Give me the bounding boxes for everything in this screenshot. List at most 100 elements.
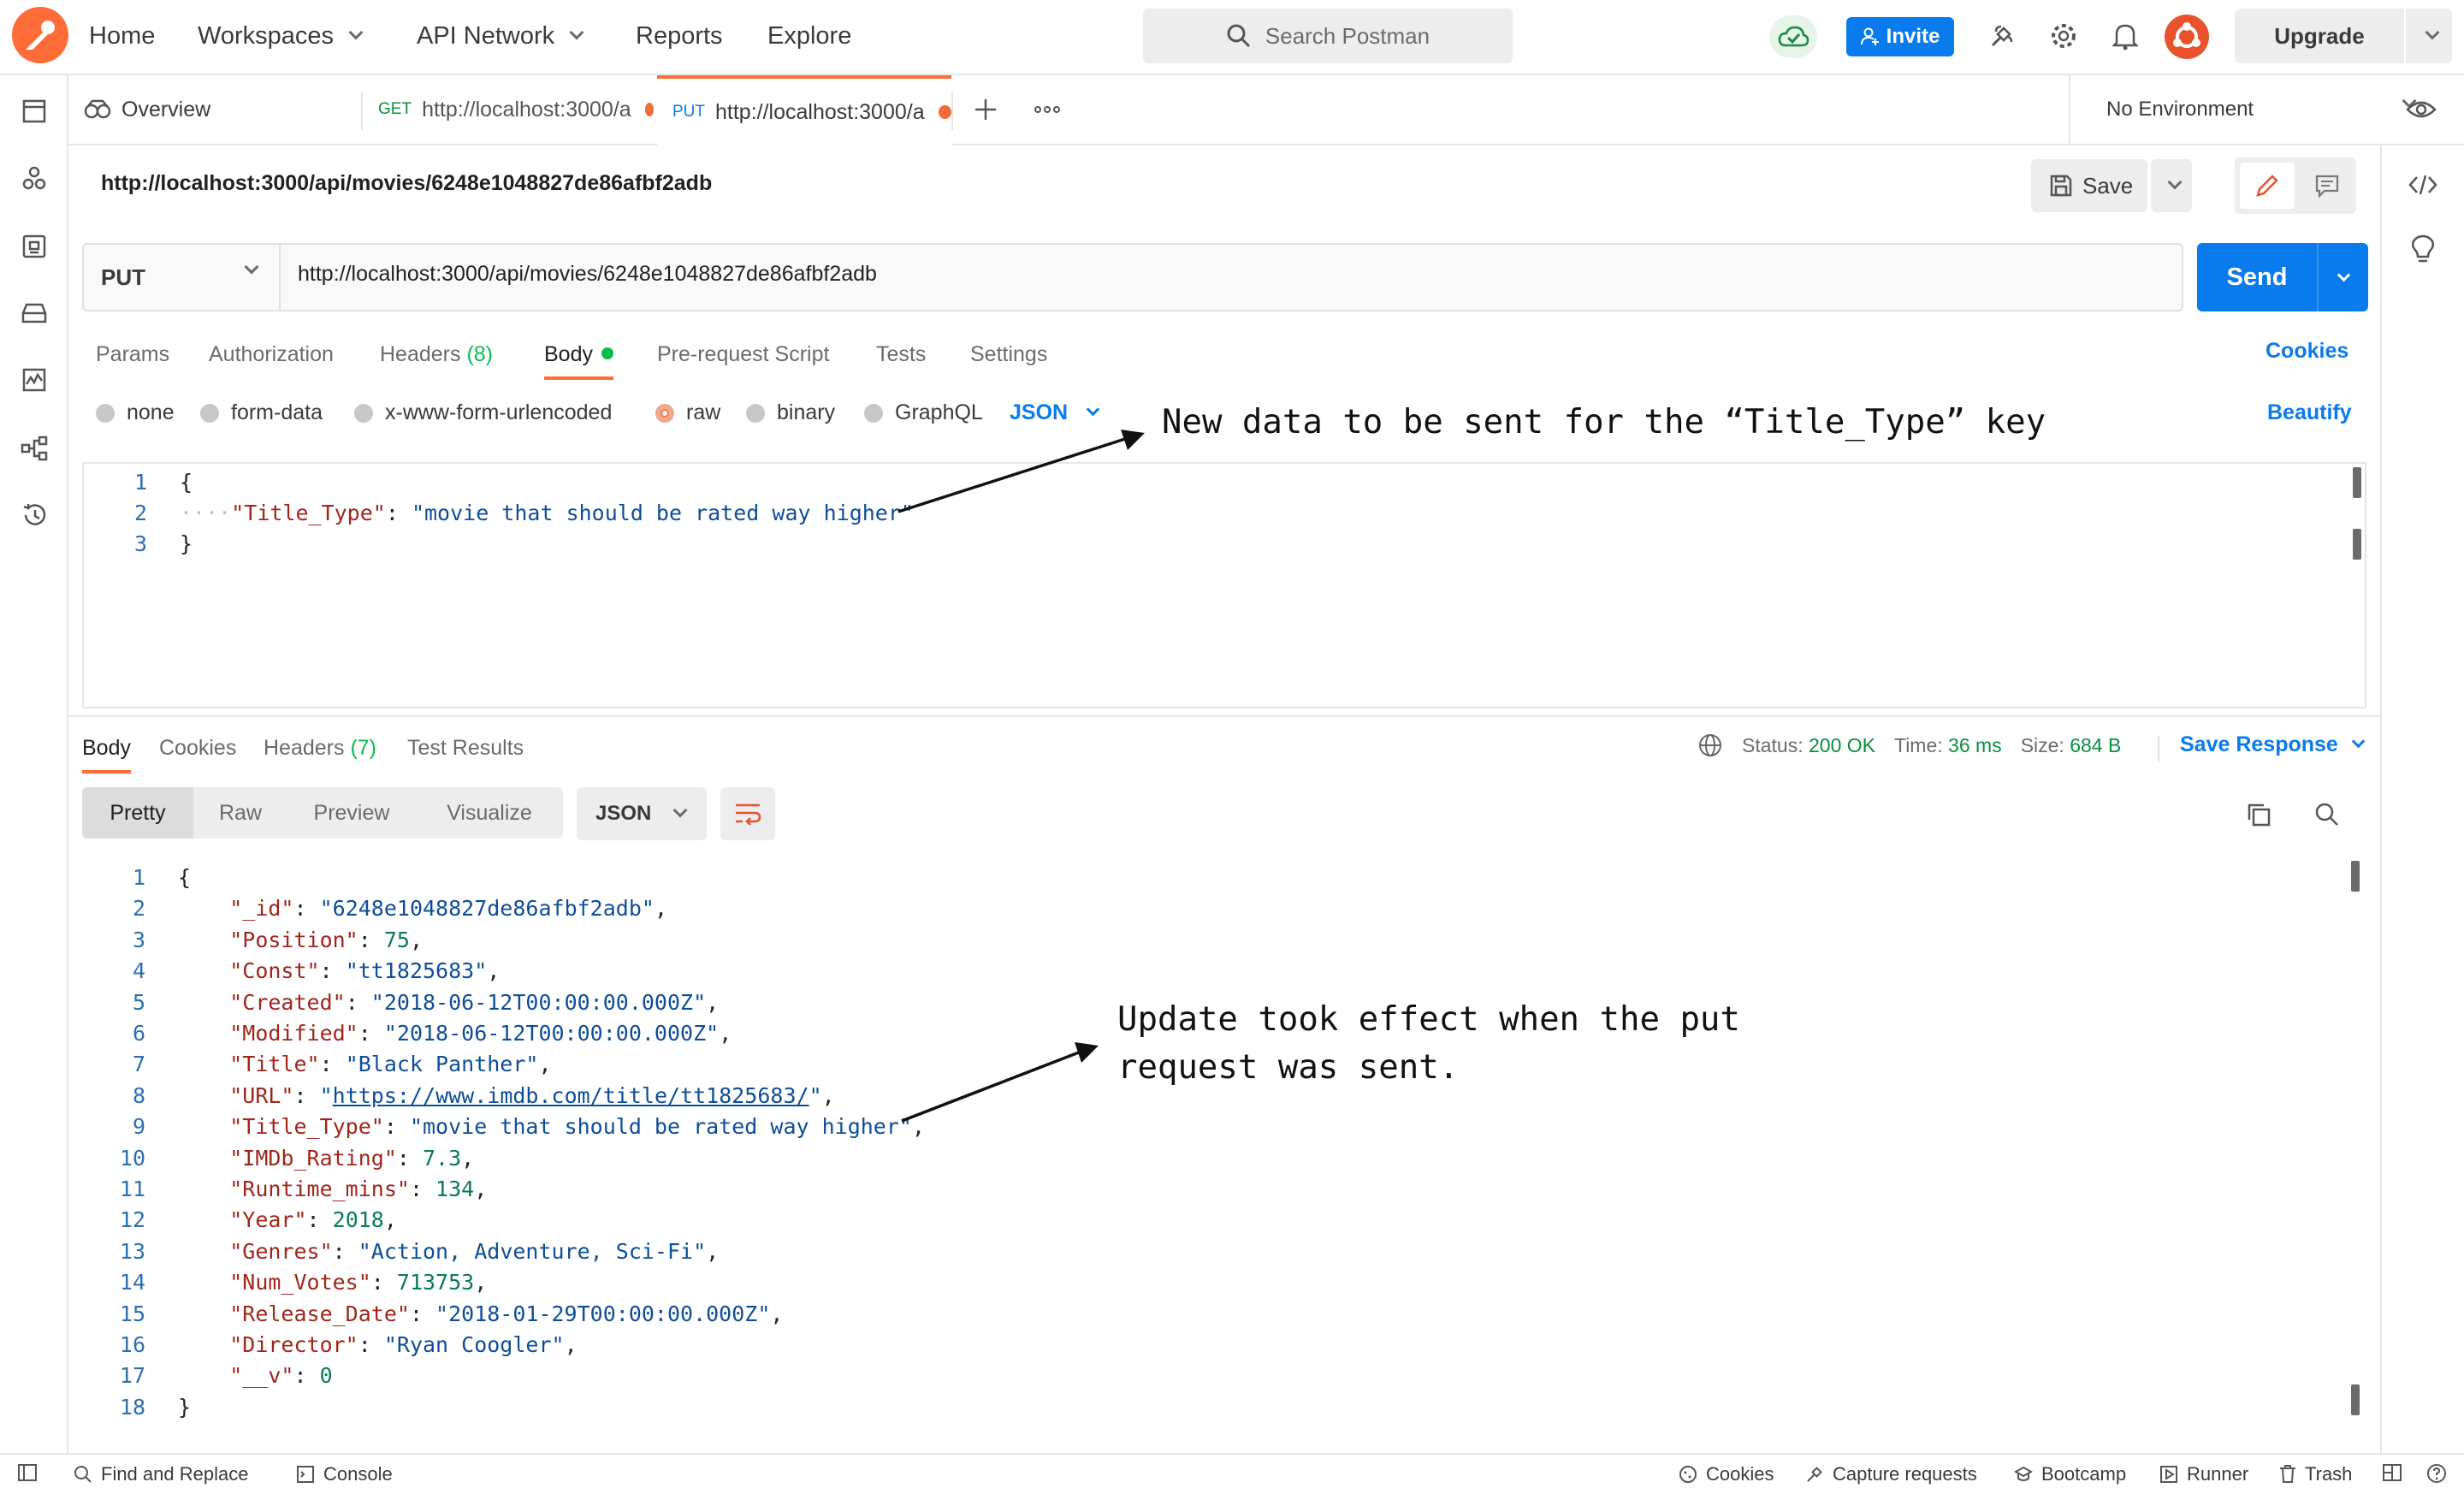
apis-icon[interactable] (17, 161, 51, 195)
search-icon[interactable] (2308, 796, 2346, 833)
scrollbar-thumb[interactable] (2353, 467, 2361, 498)
view-pretty[interactable]: Pretty (82, 787, 193, 839)
response-divider[interactable] (68, 715, 2380, 717)
tab-get-request[interactable]: GET http://localhost:3000/a (363, 75, 654, 144)
more-options-icon[interactable] (1028, 91, 1066, 128)
tab-params[interactable]: Params (96, 339, 169, 370)
nav-home[interactable]: Home (89, 19, 155, 53)
json-key: "Const" (229, 958, 320, 984)
send-dropdown[interactable] (2319, 268, 2368, 282)
time-value[interactable]: 36 ms (1948, 734, 2002, 756)
code-text: "Director": "Ryan Coogler", (229, 1332, 578, 1357)
save-response-button[interactable]: Save Response (2180, 732, 2366, 757)
toggle-sidebar-icon[interactable] (17, 1463, 38, 1482)
save-button[interactable]: Save (2031, 159, 2147, 212)
tab-settings[interactable]: Settings (970, 339, 1047, 370)
view-preview[interactable]: Preview (287, 787, 416, 839)
radio-binary[interactable]: binary (746, 400, 835, 425)
response-tab-cookies[interactable]: Cookies (159, 732, 236, 763)
request-body-editor[interactable]: 1 { 2 ····"Title_Type": "movie that should… (82, 462, 2366, 708)
tab-tests[interactable]: Tests (876, 339, 926, 370)
radio-none[interactable]: none (96, 400, 175, 425)
find-replace-button[interactable]: Find and Replace (74, 1463, 248, 1485)
line-number: 17 (119, 1363, 145, 1389)
url-input[interactable]: http://localhost:3000/api/movies/6248e10… (298, 262, 877, 287)
scrollbar-thumb[interactable] (2353, 529, 2361, 560)
tab-headers[interactable]: Headers (8) (380, 339, 493, 370)
tab-body[interactable]: Body (544, 339, 613, 380)
globe-icon[interactable] (1697, 732, 1723, 758)
tab-authorization[interactable]: Authorization (209, 339, 334, 370)
view-raw[interactable]: Raw (193, 787, 287, 839)
bootcamp-button[interactable]: Bootcamp (2014, 1463, 2126, 1485)
copy-icon[interactable] (2240, 796, 2277, 833)
nav-reports[interactable]: Reports (636, 19, 723, 53)
add-tab-icon[interactable] (967, 91, 1004, 128)
nav-explore[interactable]: Explore (767, 19, 851, 53)
radio-form-data[interactable]: form-data (200, 400, 323, 425)
json-link[interactable]: https://www.imdb.com/title/tt1825683/ (333, 1083, 809, 1108)
eye-icon[interactable] (2402, 91, 2440, 128)
comma: , (409, 927, 424, 952)
cookies-link[interactable]: Cookies (2266, 339, 2348, 364)
response-tab-test-results[interactable]: Test Results (407, 732, 524, 763)
tab-put-request[interactable]: PUT http://localhost:3000/a (657, 75, 951, 145)
scrollbar-thumb[interactable] (2351, 1384, 2360, 1415)
environments-icon[interactable] (17, 229, 51, 264)
radio-urlencoded[interactable]: x-www-form-urlencoded (354, 400, 612, 425)
environment-selector[interactable]: No Environment (2069, 75, 2449, 144)
beautify-button[interactable]: Beautify (2267, 400, 2352, 425)
search-input[interactable]: Search Postman (1143, 9, 1513, 63)
nav-api-network[interactable]: API Network (417, 19, 584, 53)
response-format-select[interactable]: JSON (577, 787, 707, 840)
status-value[interactable]: 200 OK (1809, 734, 1875, 756)
body-format-select[interactable]: JSON (1010, 400, 1100, 425)
mock-servers-icon[interactable] (17, 296, 51, 330)
tab-overview[interactable]: Overview (68, 75, 361, 144)
monitors-icon[interactable] (17, 363, 51, 397)
wrap-lines-button[interactable] (720, 787, 775, 840)
collections-icon[interactable] (17, 94, 51, 128)
capture-requests-button[interactable]: Capture requests (1805, 1463, 1977, 1485)
sync-status-icon[interactable] (1769, 15, 1817, 58)
radio-raw-label: raw (686, 400, 721, 424)
footer-cookies-button[interactable]: Cookies (1679, 1463, 1774, 1485)
nav-workspaces[interactable]: Workspaces (198, 19, 364, 53)
tab-prerequest-script[interactable]: Pre-request Script (657, 339, 829, 370)
code-text: } (180, 531, 193, 556)
bell-icon[interactable] (2106, 17, 2144, 55)
response-tab-body[interactable]: Body (82, 732, 131, 774)
upgrade-dropdown[interactable] (2406, 25, 2452, 40)
console-button[interactable]: Console (296, 1463, 393, 1485)
request-name[interactable]: http://localhost:3000/api/movies/6248e10… (101, 171, 712, 196)
save-dropdown[interactable] (2151, 159, 2192, 212)
trash-icon (2280, 1465, 2295, 1483)
response-tab-headers[interactable]: Headers (7) (264, 732, 376, 763)
gear-icon[interactable] (2045, 17, 2082, 55)
view-visualize[interactable]: Visualize (416, 787, 563, 839)
edit-mode-button[interactable] (2240, 163, 2295, 209)
method-select[interactable]: PUT (84, 245, 281, 310)
invite-button[interactable]: Invite (1846, 17, 1954, 56)
radio-raw[interactable]: raw (655, 400, 720, 425)
comment-mode-button[interactable] (2301, 163, 2353, 209)
help-icon[interactable] (2426, 1463, 2447, 1484)
size-value[interactable]: 684 B (2070, 734, 2121, 756)
runner-button[interactable]: Runner (2159, 1463, 2248, 1485)
radio-graphql[interactable]: GraphQL (864, 400, 983, 425)
flows-icon[interactable] (17, 431, 51, 465)
send-button[interactable]: Send (2197, 243, 2368, 311)
postman-logo-icon[interactable] (12, 7, 68, 63)
scrollbar-thumb[interactable] (2351, 861, 2360, 892)
layout-icon[interactable] (2382, 1463, 2402, 1482)
response-body-viewer[interactable]: 1{2 "_id": "6248e1048827de86afbf2adb", 3 … (82, 859, 2366, 1441)
history-icon[interactable] (17, 498, 51, 532)
lightbulb-icon[interactable] (2406, 233, 2440, 267)
upgrade-button[interactable]: Upgrade (2235, 9, 2452, 63)
satellite-icon[interactable] (1983, 17, 2021, 55)
code-text: "URL": "https://www.imdb.com/title/tt182… (229, 1082, 835, 1108)
json-key: "Title_Type" (229, 1114, 384, 1140)
trash-button[interactable]: Trash (2279, 1463, 2352, 1485)
code-icon[interactable] (2406, 168, 2440, 202)
avatar[interactable] (2165, 15, 2209, 59)
